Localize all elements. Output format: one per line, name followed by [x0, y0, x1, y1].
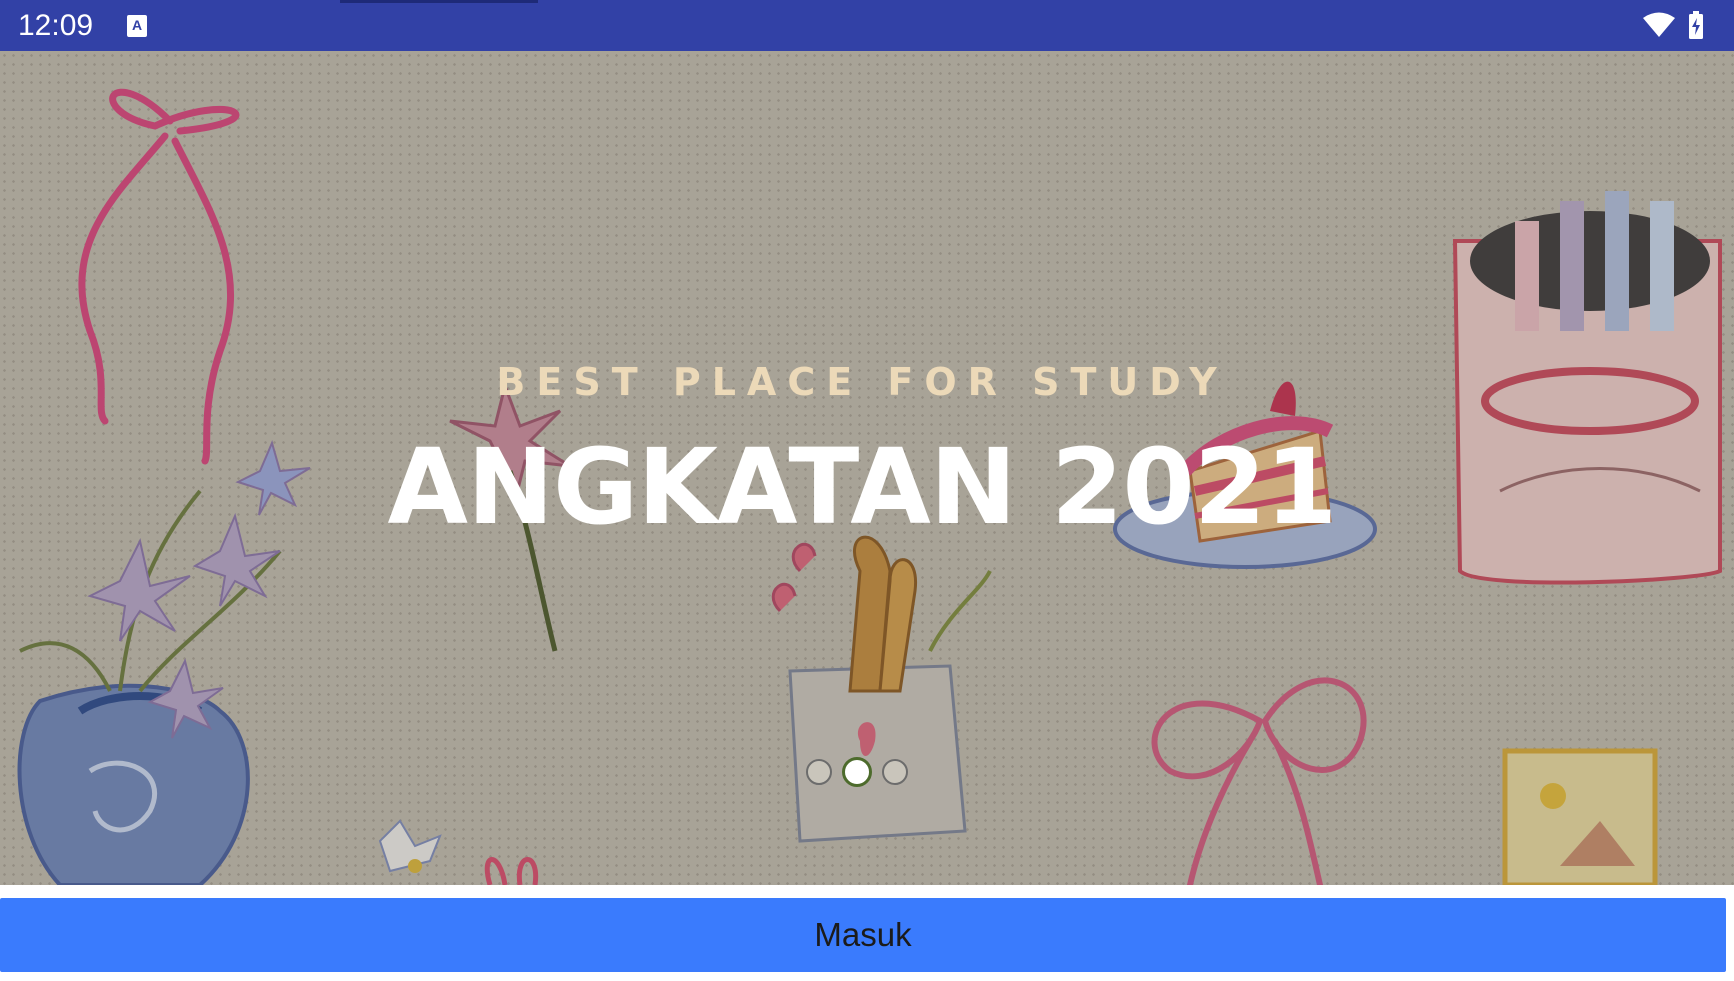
- loading-indicator: [340, 0, 538, 3]
- slide-pager: [806, 757, 908, 787]
- hero-title: ANGKATAN 2021: [387, 426, 1338, 548]
- hero-subtitle: BEST PLACE FOR STUDY: [496, 360, 1228, 404]
- pager-dot-2[interactable]: [842, 757, 872, 787]
- keyboard-a-icon: A: [127, 15, 147, 37]
- wifi-icon: [1643, 12, 1675, 37]
- pager-dot-1[interactable]: [806, 759, 832, 785]
- pager-dot-3[interactable]: [882, 759, 908, 785]
- status-time: 12:09: [18, 9, 94, 42]
- battery-charging-icon: [1689, 11, 1703, 39]
- hero-slide[interactable]: BEST PLACE FOR STUDY ANGKATAN 2021: [0, 51, 1734, 885]
- status-bar: 12:09 A: [0, 0, 1734, 51]
- login-button[interactable]: Masuk: [0, 898, 1726, 972]
